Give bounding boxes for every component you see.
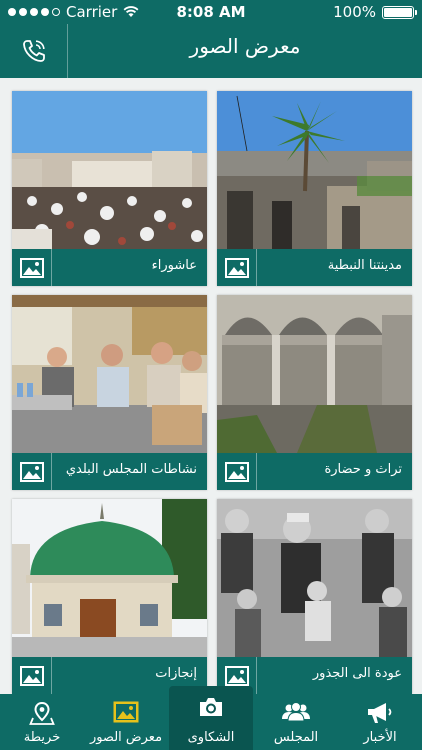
battery-icon (382, 5, 417, 19)
card-label: عودة الى الجذور (312, 666, 402, 681)
call-button[interactable] (0, 24, 68, 78)
status-bar: Carrier 8:08 AM 100% (0, 0, 422, 24)
gallery-card-nabatieh-city[interactable]: مدينتنا النبطية (217, 91, 412, 286)
tab-council[interactable]: المجلس (254, 694, 338, 750)
page-title: معرض الصور (189, 34, 301, 58)
map-pin-icon (0, 701, 84, 725)
tab-bar: خريطة معرض الصور الشكاوى المجلس الأخبار (0, 686, 422, 750)
gallery-card-council-activities[interactable]: نشاطات المجلس البلدي (12, 295, 207, 490)
gallery-icon (217, 249, 257, 286)
battery-percent: 100% (333, 3, 376, 21)
phone-call-icon (22, 40, 45, 62)
tab-news[interactable]: الأخبار (338, 694, 422, 750)
tab-gallery[interactable]: معرض الصور (84, 694, 168, 750)
gallery-card-achievements[interactable]: إنجازات (12, 499, 207, 694)
gallery-icon (217, 453, 257, 490)
gallery-icon (12, 453, 52, 490)
photo-stone-arches (217, 295, 412, 453)
app-header: معرض الصور (0, 24, 422, 78)
gallery-card-ashura[interactable]: عاشوراء (12, 91, 207, 286)
gallery-icon (84, 701, 168, 723)
photo-green-dome (12, 499, 207, 657)
gallery-icon (12, 249, 52, 286)
card-label: نشاطات المجلس البلدي (65, 462, 197, 477)
gallery-card-heritage[interactable]: تراث و حضارة (217, 295, 412, 490)
card-label: إنجازات (155, 666, 197, 681)
photo-vintage-family (217, 499, 412, 657)
megaphone-icon (338, 701, 422, 725)
tab-complaints[interactable]: الشكاوى (169, 686, 253, 750)
photo-crowd-gathering (12, 91, 207, 249)
card-label: مدينتنا النبطية (327, 258, 402, 273)
gallery-card-back-to-roots[interactable]: عودة الى الجذور (217, 499, 412, 694)
gallery-icon (12, 657, 52, 694)
photo-seated-men (12, 295, 207, 453)
photo-old-stone-house (217, 91, 412, 249)
gallery-grid: مدينتنا النبطية عاشوراء تراث و حضارة نشا… (0, 78, 422, 694)
card-label: عاشوراء (151, 258, 197, 273)
card-label: تراث و حضارة (324, 462, 402, 477)
camera-icon (169, 696, 253, 718)
group-icon (254, 701, 338, 723)
tab-map[interactable]: خريطة (0, 694, 84, 750)
